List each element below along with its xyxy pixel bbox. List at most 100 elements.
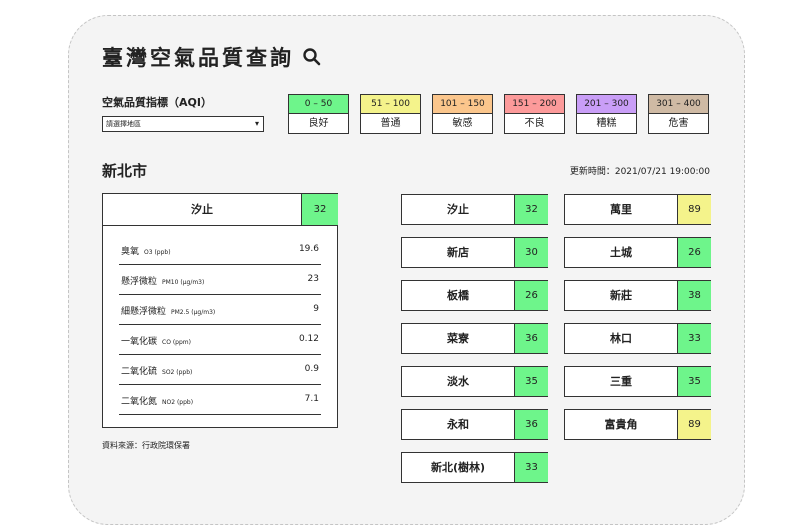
updated-time: 更新時間：2021/07/21 19:00:00 [569, 167, 710, 177]
data-source: 資料來源：行政院環保署 [102, 441, 190, 450]
pollutant-row: 一氧化碳 CO (ppm) 0.12 [119, 325, 321, 355]
pollutant-label: 懸浮微粒 [121, 277, 158, 287]
legend-range: 101 – 150 [432, 94, 493, 114]
site-aqi: 36 [514, 324, 548, 353]
station-detail-header: 汐止 32 [103, 194, 338, 226]
station-detail-name: 汐止 [191, 203, 213, 216]
pollutant-unit: O3 (ppb) [144, 249, 171, 256]
pollutant-row: 懸浮微粒 PM10 (μg/m3) 23 [119, 265, 321, 295]
site-card[interactable]: 菜寮 36 [401, 323, 548, 354]
site-card[interactable]: 新北(樹林) 33 [401, 452, 548, 483]
site-aqi: 33 [514, 453, 548, 482]
site-aqi: 26 [514, 281, 548, 310]
pollutant-value: 9 [313, 304, 319, 314]
site-name: 土城 [610, 246, 632, 259]
legend-range: 0 – 50 [288, 94, 349, 114]
pollutant-label: 二氧化氮 [121, 397, 158, 407]
site-card[interactable]: 汐止 32 [401, 194, 548, 225]
legend-item: 201 – 300 糟糕 [576, 94, 637, 134]
site-card[interactable]: 板橋 26 [401, 280, 548, 311]
pollutant-value: 7.1 [304, 394, 319, 404]
site-aqi: 35 [677, 367, 711, 396]
legend-desc: 不良 [504, 114, 565, 134]
pollutant-unit: SO2 (ppb) [162, 369, 193, 376]
chevron-down-icon: ▾ [254, 119, 259, 128]
page-title: 臺灣空氣品質查詢 [102, 42, 322, 72]
pollutant-unit: PM2.5 (μg/m3) [171, 309, 216, 316]
pollutant-label: 細懸浮微粒 [121, 307, 167, 317]
region-select-value: 請選擇地區 [106, 120, 141, 128]
legend-range: 201 – 300 [576, 94, 637, 114]
site-name: 板橋 [447, 289, 469, 302]
legend-desc: 普通 [360, 114, 421, 134]
legend-item: 301 – 400 危害 [648, 94, 709, 134]
legend-desc: 危害 [648, 114, 709, 134]
site-card[interactable]: 三重 35 [564, 366, 711, 397]
pollutant-label: 二氧化硫 [121, 367, 158, 377]
site-name: 林口 [610, 332, 632, 345]
pollutant-name: 細懸浮微粒 PM2.5 (μg/m3) [121, 304, 215, 317]
site-name: 淡水 [447, 375, 469, 388]
site-name: 新北(樹林) [430, 461, 486, 474]
site-name: 萬里 [610, 203, 632, 216]
site-name: 永和 [447, 418, 469, 431]
site-aqi: 35 [514, 367, 548, 396]
pollutant-name: 二氧化硫 SO2 (ppb) [121, 364, 192, 377]
site-name: 新店 [447, 246, 469, 259]
site-card[interactable]: 萬里 89 [564, 194, 711, 225]
site-aqi: 33 [677, 324, 711, 353]
pollutant-unit: PM10 (μg/m3) [162, 279, 205, 286]
pollutant-row: 臭氧 O3 (ppb) 19.6 [119, 235, 321, 265]
city-title: 新北市 [102, 162, 148, 180]
legend-range: 151 – 200 [504, 94, 565, 114]
site-name: 菜寮 [447, 332, 469, 345]
pollutant-row: 二氧化硫 SO2 (ppb) 0.9 [119, 355, 321, 385]
region-select[interactable]: 請選擇地區 ▾ [102, 116, 264, 132]
pollutant-unit: NO2 (ppb) [162, 399, 194, 406]
site-card[interactable]: 新莊 38 [564, 280, 711, 311]
legend-desc: 良好 [288, 114, 349, 134]
site-card[interactable]: 土城 26 [564, 237, 711, 268]
site-card[interactable]: 新店 30 [401, 237, 548, 268]
site-name: 汐止 [447, 203, 469, 216]
search-icon[interactable] [302, 47, 322, 67]
site-card[interactable]: 淡水 35 [401, 366, 548, 397]
legend-desc: 糟糕 [576, 114, 637, 134]
legend-desc: 敏感 [432, 114, 493, 134]
pollutant-row: 二氧化氮 NO2 (ppb) 7.1 [119, 385, 321, 415]
station-detail-aqi: 32 [301, 194, 338, 225]
legend-item: 101 – 150 敏感 [432, 94, 493, 134]
site-aqi: 30 [514, 238, 548, 267]
site-aqi: 38 [677, 281, 711, 310]
site-name: 三重 [610, 375, 632, 388]
pollutant-name: 臭氧 O3 (ppb) [121, 244, 171, 257]
site-card[interactable]: 永和 36 [401, 409, 548, 440]
page-title-text: 臺灣空氣品質查詢 [102, 46, 294, 70]
pollutant-value: 19.6 [298, 244, 319, 254]
pollutant-value: 0.12 [298, 334, 319, 344]
site-aqi: 26 [677, 238, 711, 267]
site-aqi: 89 [677, 195, 711, 224]
site-aqi: 89 [677, 410, 711, 439]
site-card[interactable]: 富貴角 89 [564, 409, 711, 440]
legend-item: 151 – 200 不良 [504, 94, 565, 134]
pollutant-name: 一氧化碳 CO (ppm) [121, 334, 191, 347]
station-detail-card: 汐止 32 臭氧 O3 (ppb) 19.6 懸浮微粒 PM10 (μg/m3) 23 細懸… [102, 193, 338, 428]
legend-range: 301 – 400 [648, 94, 709, 114]
pollutant-name: 懸浮微粒 PM10 (μg/m3) [121, 274, 204, 287]
site-aqi: 32 [514, 195, 548, 224]
pollutant-value: 0.9 [304, 364, 319, 374]
pollutant-label: 臭氧 [121, 247, 140, 257]
pollutant-unit: CO (ppm) [162, 339, 191, 346]
site-aqi: 36 [514, 410, 548, 439]
legend-item: 0 – 50 良好 [288, 94, 349, 134]
legend-range: 51 – 100 [360, 94, 421, 114]
legend-item: 51 – 100 普通 [360, 94, 421, 134]
pollutant-name: 二氧化氮 NO2 (ppb) [121, 394, 193, 407]
pollutant-row: 細懸浮微粒 PM2.5 (μg/m3) 9 [119, 295, 321, 325]
aqi-label: 空氣品質指標（AQI） [102, 96, 212, 109]
pollutant-label: 一氧化碳 [121, 337, 158, 347]
site-card[interactable]: 林口 33 [564, 323, 711, 354]
site-name: 富貴角 [604, 418, 638, 431]
pollutant-value: 23 [307, 274, 319, 284]
